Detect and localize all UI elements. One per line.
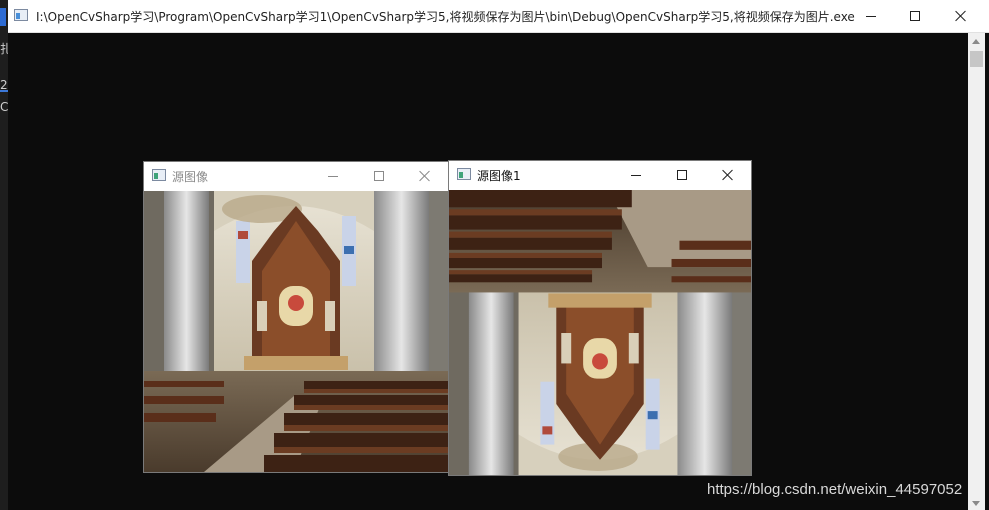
flipped-image-titlebar[interactable]: 源图像1	[449, 161, 751, 189]
minimize-icon	[328, 175, 338, 177]
scroll-down-arrow-icon[interactable]	[972, 501, 980, 506]
minimize-icon	[631, 174, 641, 176]
vertical-scrollbar[interactable]	[968, 33, 985, 510]
source-image-window[interactable]: 源图像	[144, 162, 448, 472]
close-button[interactable]	[938, 0, 984, 32]
source-image-titlebar[interactable]: 源图像	[144, 162, 448, 190]
flipped-maximize-button[interactable]	[659, 161, 705, 189]
flipped-image-window[interactable]: 源图像1	[449, 161, 751, 475]
csdn-watermark: https://blog.csdn.net/weixin_44597052	[707, 481, 963, 498]
maximize-icon	[910, 11, 920, 21]
image-window-icon	[152, 169, 166, 181]
maximize-button[interactable]	[892, 0, 938, 32]
background-app-edge: 扎 2 C	[0, 0, 12, 510]
flipped-image-canvas	[449, 190, 751, 475]
maximize-icon	[677, 170, 687, 180]
close-icon	[955, 10, 967, 22]
background-app-tab-marker	[0, 8, 6, 26]
console-app-icon	[14, 9, 28, 21]
flipped-close-button[interactable]	[705, 161, 751, 189]
minimize-button[interactable]	[848, 0, 894, 32]
source-maximize-button[interactable]	[356, 162, 402, 190]
source-image-canvas	[144, 191, 448, 472]
maximize-icon	[374, 171, 384, 181]
church-interior-image	[144, 191, 448, 472]
scrollbar-thumb[interactable]	[970, 51, 983, 67]
flipped-image-window-title: 源图像1	[477, 169, 521, 183]
source-image-window-title: 源图像	[172, 170, 209, 184]
close-icon	[722, 169, 734, 181]
console-window-title: I:\OpenCvSharp学习\Program\OpenCvSharp学习1\…	[36, 10, 855, 24]
minimize-icon	[866, 15, 876, 17]
church-interior-image-flipped	[449, 190, 751, 475]
console-titlebar[interactable]: I:\OpenCvSharp学习\Program\OpenCvSharp学习1\…	[8, 0, 989, 33]
source-minimize-button[interactable]	[310, 162, 356, 190]
image-window-icon	[457, 168, 471, 180]
scroll-up-arrow-icon[interactable]	[972, 39, 980, 44]
flipped-minimize-button[interactable]	[613, 161, 659, 189]
background-divider	[0, 90, 8, 92]
source-close-button[interactable]	[402, 162, 448, 190]
close-icon	[419, 170, 431, 182]
